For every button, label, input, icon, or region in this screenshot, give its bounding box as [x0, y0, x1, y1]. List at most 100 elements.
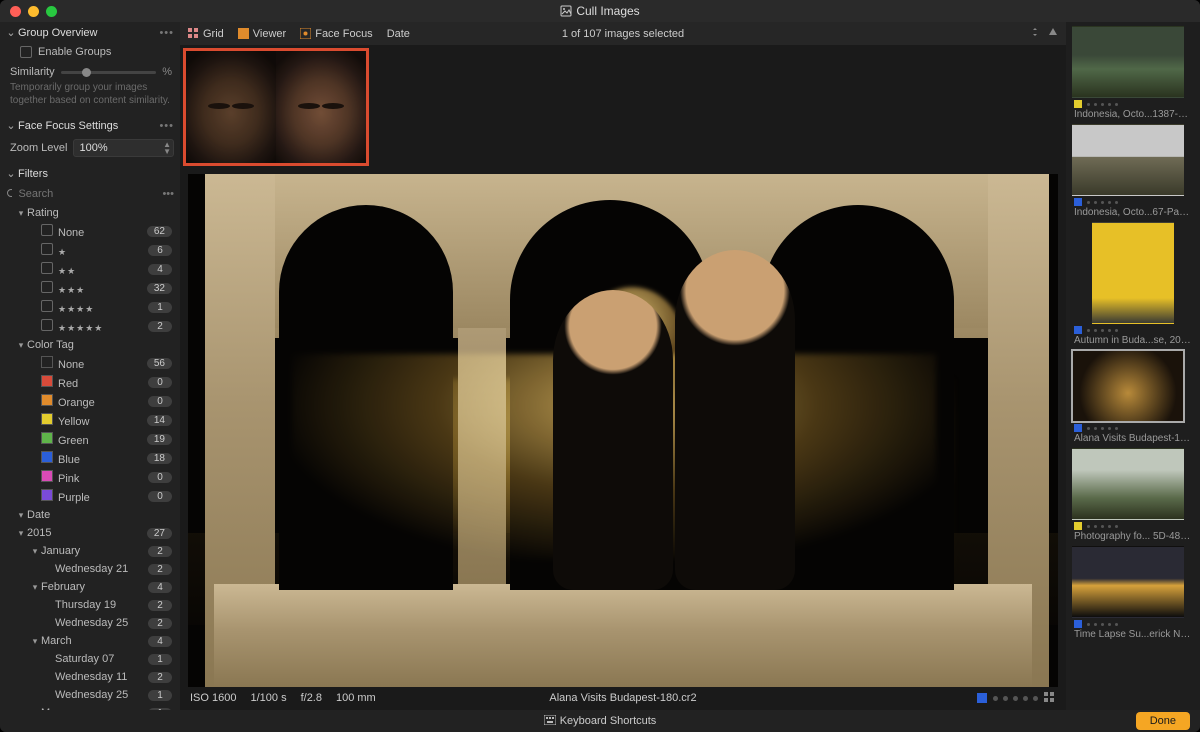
- filter-row[interactable]: Thursday 192: [0, 596, 180, 614]
- search-input[interactable]: [16, 187, 162, 201]
- window-title: Cull Images: [0, 4, 1200, 18]
- count-pill: 1: [148, 302, 172, 313]
- filter-row[interactable]: Purple0: [0, 487, 180, 506]
- filter-row[interactable]: ▾March4: [0, 632, 180, 650]
- filmstrip-thumb[interactable]: Indonesia, Octo...67-Pano-2.dng: [1072, 124, 1194, 218]
- image-viewer[interactable]: [180, 166, 1066, 687]
- filter-row[interactable]: Wednesday 112: [0, 668, 180, 686]
- count-pill: 1: [148, 690, 172, 701]
- filmstrip-thumb[interactable]: Indonesia, Octo...1387-Pano.dng: [1072, 26, 1194, 120]
- section-face-focus[interactable]: ⌄ Face Focus Settings •••: [0, 115, 180, 136]
- filter-label: March: [41, 635, 148, 647]
- similarity-help: Temporarily group your images together b…: [0, 80, 180, 115]
- footer: Keyboard Shortcuts Done: [0, 710, 1200, 732]
- sort-controls[interactable]: [1032, 27, 1058, 40]
- filter-row[interactable]: None56: [0, 354, 180, 373]
- viewer-button[interactable]: Viewer: [238, 28, 286, 40]
- similarity-label: Similarity: [10, 66, 55, 78]
- filter-row[interactable]: ★★★32: [0, 279, 180, 298]
- count-pill: 0: [148, 472, 172, 483]
- disclosure-icon: ▾: [16, 208, 26, 219]
- count-pill: 2: [148, 321, 172, 332]
- filmstrip[interactable]: Indonesia, Octo...1387-Pano.dng Indonesia…: [1066, 22, 1200, 710]
- face-thumb[interactable]: [276, 51, 366, 163]
- filter-row[interactable]: ▾201527: [0, 524, 180, 542]
- filter-row[interactable]: Wednesday 252: [0, 614, 180, 632]
- filter-label: Blue: [41, 451, 147, 466]
- thumb-filename: Alana Visits Budapest-180.cr2: [1072, 432, 1194, 444]
- stepper-icon[interactable]: ▲▼: [163, 141, 171, 155]
- search-row[interactable]: •••: [0, 184, 180, 204]
- sidebar: ⌄ Group Overview ••• Enable Groups Simil…: [0, 22, 180, 710]
- date-button[interactable]: Date: [387, 28, 410, 40]
- filter-row[interactable]: Saturday 071: [0, 650, 180, 668]
- keyboard-shortcuts-button[interactable]: Keyboard Shortcuts: [0, 715, 1200, 727]
- filter-row[interactable]: ★6: [0, 241, 180, 260]
- filter-row[interactable]: ▾February4: [0, 578, 180, 596]
- filter-label: Color Tag: [27, 339, 174, 351]
- count-pill: 6: [148, 245, 172, 256]
- disclosure-icon: ▾: [16, 340, 26, 351]
- filter-row[interactable]: ▾January2: [0, 542, 180, 560]
- more-icon[interactable]: •••: [162, 188, 174, 200]
- count-pill: 18: [147, 453, 172, 464]
- filter-row[interactable]: Yellow14: [0, 411, 180, 430]
- filmstrip-thumb[interactable]: Photography fo... 5D-482-2.cr2: [1072, 448, 1194, 542]
- filter-row[interactable]: Pink0: [0, 468, 180, 487]
- filter-label: None: [41, 356, 147, 371]
- filter-row[interactable]: Wednesday 212: [0, 560, 180, 578]
- thumb-filename: Indonesia, Octo...1387-Pano.dng: [1072, 108, 1194, 120]
- filmstrip-thumb[interactable]: Time Lapse Su...erick NEXT-1.cr2: [1072, 546, 1194, 640]
- grid-view-button[interactable]: Grid: [188, 28, 224, 40]
- more-icon[interactable]: •••: [159, 27, 174, 39]
- filter-row[interactable]: None62: [0, 222, 180, 241]
- count-pill: 2: [148, 600, 172, 611]
- similarity-slider[interactable]: [61, 71, 157, 74]
- filter-label: Pink: [41, 470, 148, 485]
- zoom-level-field[interactable]: 100% ▲▼: [73, 139, 174, 157]
- filter-row[interactable]: Red0: [0, 373, 180, 392]
- filter-row[interactable]: Green19: [0, 430, 180, 449]
- filter-row[interactable]: Orange0: [0, 392, 180, 411]
- button-label: Grid: [203, 28, 224, 40]
- rating-dots: [1087, 525, 1118, 528]
- titlebar: Cull Images: [0, 0, 1200, 22]
- count-pill: 2: [148, 618, 172, 629]
- image-info-bar: ISO 1600 1/100 s f/2.8 100 mm Alana Visi…: [180, 687, 1066, 710]
- filter-row[interactable]: ▾Rating: [0, 204, 180, 222]
- count-pill: 2: [148, 672, 172, 683]
- section-filters[interactable]: ⌄ Filters: [0, 163, 180, 184]
- filter-label: Purple: [41, 489, 148, 504]
- filter-row[interactable]: ★★4: [0, 260, 180, 279]
- checkbox-icon[interactable]: [20, 46, 32, 58]
- filter-label: Wednesday 11: [55, 671, 148, 683]
- count-pill: 62: [147, 226, 172, 237]
- color-tag-icon: [1074, 424, 1082, 432]
- section-group-overview[interactable]: ⌄ Group Overview •••: [0, 22, 180, 43]
- filmstrip-thumb[interactable]: Alana Visits Budapest-180.cr2: [1072, 350, 1194, 444]
- face-focus-strip: [183, 48, 369, 166]
- filter-label: Date: [27, 509, 174, 521]
- filter-label: Red: [41, 375, 148, 390]
- filter-row[interactable]: Blue18: [0, 449, 180, 468]
- filter-label: 2015: [27, 527, 147, 539]
- enable-groups-row[interactable]: Enable Groups: [0, 43, 180, 64]
- zoom-label: Zoom Level: [10, 142, 67, 154]
- main-panel: Grid Viewer Face Focus Date 1 of 107 ima…: [180, 22, 1066, 710]
- filter-row[interactable]: ★★★★1: [0, 298, 180, 317]
- face-thumb[interactable]: [186, 51, 276, 163]
- filter-row[interactable]: ▾Color Tag: [0, 336, 180, 354]
- filter-row[interactable]: ▾Date: [0, 506, 180, 524]
- thumb-filename: Indonesia, Octo...67-Pano-2.dng: [1072, 206, 1194, 218]
- filter-row[interactable]: ★★★★★2: [0, 317, 180, 336]
- filmstrip-thumb[interactable]: Autumn in Buda...se, 2017-8.dng: [1072, 222, 1194, 346]
- color-tag-icon: [1074, 522, 1082, 530]
- face-focus-button[interactable]: Face Focus: [300, 28, 372, 40]
- filter-label: ★★★★: [41, 300, 148, 315]
- filter-tree: ▾RatingNone62★6★★4★★★32★★★★1★★★★★2▾Color…: [0, 204, 180, 710]
- chevron-down-icon: ⌄: [6, 167, 16, 180]
- count-pill: 19: [147, 434, 172, 445]
- filter-row[interactable]: Wednesday 251: [0, 686, 180, 704]
- search-icon: [6, 188, 12, 200]
- more-icon[interactable]: •••: [159, 120, 174, 132]
